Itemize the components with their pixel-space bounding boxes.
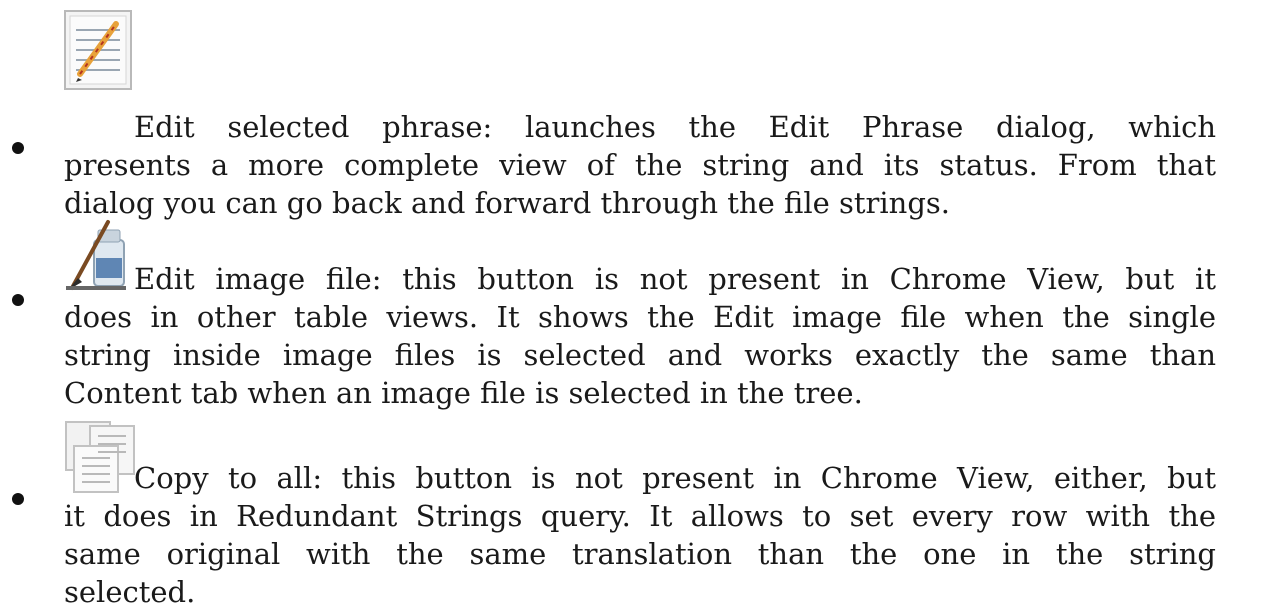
list-item-text: Edit image file: this button is not pres… (64, 260, 1216, 412)
list-item-line: string inside image files is selected an… (64, 338, 1216, 372)
list-item-text: Edit selected phrase: launches the Edit … (64, 108, 1216, 222)
bullet (12, 493, 24, 505)
list-item-line: does in other table views. It shows the … (64, 300, 1216, 334)
list-item-line: dialog you can go back and forward throu… (64, 186, 951, 220)
list-item-line: Edit selected phrase: launches the Edit … (134, 110, 1216, 144)
list-item-line: selected. (64, 575, 196, 609)
list-item-line: Edit image file: this button is not pres… (134, 262, 1216, 296)
list-item-line: same original with the same translation … (64, 537, 1216, 571)
list-item-line: Content tab when an image file is select… (64, 376, 863, 410)
bullet (12, 142, 24, 154)
list-item-line: Copy to all: this button is not present … (134, 461, 1216, 495)
list-item-line: it does in Redundant Strings query. It a… (64, 499, 1216, 533)
list-item-text: Copy to all: this button is not present … (64, 459, 1216, 611)
edit-phrase-icon (64, 10, 132, 90)
bullet (12, 294, 24, 306)
list-item-line: presents a more complete view of the str… (64, 148, 1216, 182)
